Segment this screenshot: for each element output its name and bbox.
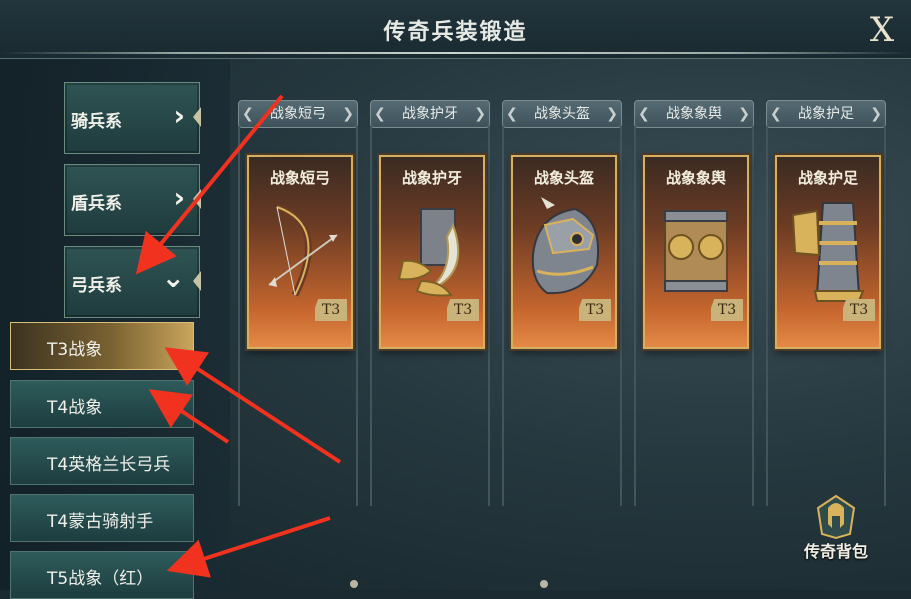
slot-rail — [488, 126, 490, 506]
equipment-slot: 战象护牙 战象护牙 T3 — [370, 100, 490, 506]
slot-rail — [752, 126, 754, 506]
sub-item-label: T4蒙古骑射手 — [47, 512, 154, 532]
equipment-card[interactable]: 战象头盔 T3 — [511, 155, 617, 349]
bullet-dot — [540, 580, 548, 588]
sub-item-t4-longbowman[interactable]: T4英格兰长弓兵 — [10, 437, 194, 485]
slot-tab[interactable]: 战象短弓 — [238, 100, 358, 128]
header-bar: 传奇兵装锻造 X — [0, 0, 911, 59]
chevron-down-icon: ⌄ — [161, 261, 185, 294]
card-title: 战象象舆 — [665, 169, 726, 187]
spartan-helmet-icon — [816, 494, 856, 540]
category-archer[interactable]: 弓兵系 ⌄ — [64, 246, 201, 318]
slot-tab[interactable]: 战象头盔 — [502, 100, 622, 128]
category-cavalry[interactable]: 骑兵系 › — [64, 82, 201, 154]
sub-item-label: T4战象 — [47, 398, 103, 418]
bullet-dot — [350, 580, 358, 588]
category-shield[interactable]: 盾兵系 › — [64, 164, 201, 236]
slot-rail — [766, 126, 768, 506]
sub-item-t4-war-elephant[interactable]: T4战象 — [10, 380, 194, 428]
card-title: 战象短弓 — [269, 169, 330, 187]
sub-item-t5-war-elephant-red[interactable]: T5战象（红） — [10, 551, 194, 599]
tab-notch — [193, 189, 201, 209]
slot-rail — [370, 126, 372, 506]
equipment-slot: 战象护足 战象护足 T3 — [766, 100, 886, 506]
slot-tab[interactable]: 战象象舆 — [634, 100, 754, 128]
tier-badge: T3 — [447, 299, 479, 321]
slot-rail — [502, 126, 504, 506]
tab-notch — [193, 107, 201, 127]
legendary-backpack-button[interactable]: 传奇背包 — [796, 494, 876, 564]
equipment-card[interactable]: 战象护牙 T3 — [379, 155, 485, 349]
equipment-card[interactable]: 战象护足 T3 — [775, 155, 881, 349]
tusk-guard-icon — [397, 208, 460, 297]
slot-rail — [356, 126, 358, 506]
equipment-slot: 战象象舆 战象象舆 T3 — [634, 100, 754, 506]
equipment-card[interactable]: 战象象舆 T3 — [643, 155, 749, 349]
card-title: 战象头盔 — [533, 169, 594, 187]
bottom-hint — [350, 578, 550, 590]
card-title: 战象护牙 — [401, 169, 462, 187]
close-button[interactable]: X — [862, 10, 902, 50]
category-label: 骑兵系 — [71, 112, 122, 132]
tier-badge: T3 — [711, 299, 743, 321]
helmet-icon — [531, 197, 599, 295]
tier-badge: T3 — [843, 299, 875, 321]
slot-rail — [238, 126, 240, 506]
slot-rail — [634, 126, 636, 506]
chevron-right-icon: › — [173, 99, 185, 132]
page-title: 传奇兵装锻造 — [383, 20, 528, 45]
chevron-right-icon: › — [173, 181, 185, 214]
leg-guard-icon — [791, 202, 865, 302]
equipment-slot: 战象短弓 战象短弓 T3 — [238, 100, 358, 506]
sub-item-label: T5战象（红） — [47, 569, 154, 589]
slot-rail — [620, 126, 622, 506]
tier-badge: T3 — [315, 299, 347, 321]
sub-item-t3-war-elephant[interactable]: T3战象 — [10, 322, 194, 370]
slot-rail — [884, 126, 886, 506]
bow-icon — [268, 203, 338, 297]
tier-badge: T3 — [579, 299, 611, 321]
sub-item-t4-mongol-archer[interactable]: T4蒙古骑射手 — [10, 494, 194, 542]
category-label: 弓兵系 — [71, 276, 122, 296]
slot-tab[interactable]: 战象护足 — [766, 100, 886, 128]
equipment-card[interactable]: 战象短弓 T3 — [247, 155, 353, 349]
category-label: 盾兵系 — [71, 194, 122, 214]
backpack-label: 传奇背包 — [803, 542, 868, 561]
howdah-icon — [664, 210, 728, 292]
slot-tab[interactable]: 战象护牙 — [370, 100, 490, 128]
sub-item-label: T3战象 — [47, 340, 103, 360]
header-divider — [0, 52, 911, 54]
equipment-slot: 战象头盔 战象头盔 T3 — [502, 100, 622, 506]
sub-item-label: T4英格兰长弓兵 — [47, 455, 171, 475]
card-title: 战象护足 — [797, 169, 858, 187]
tab-notch — [193, 271, 201, 291]
